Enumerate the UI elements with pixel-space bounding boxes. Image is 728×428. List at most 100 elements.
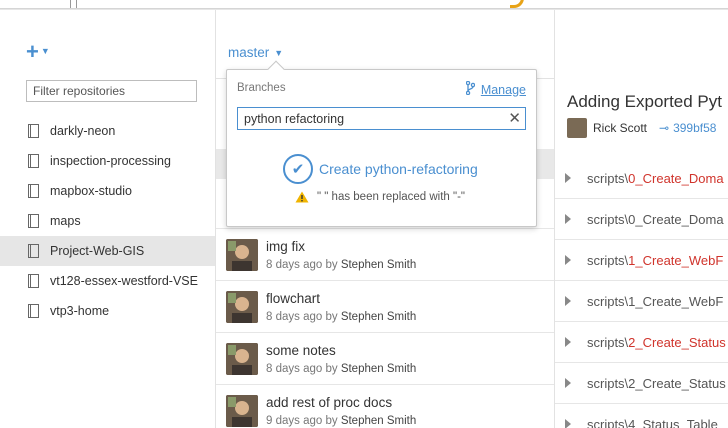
branch-name-warning: " " has been replaced with "-"	[295, 191, 465, 203]
repo-name: darkly-neon	[50, 124, 116, 138]
clear-icon[interactable]: ✕	[508, 110, 521, 128]
commit-title: img fix	[266, 239, 306, 254]
create-branch-button[interactable]: ✔ Create python-refactoring	[283, 154, 478, 184]
avatar	[226, 395, 258, 427]
repo-item[interactable]: inspection-processing	[0, 146, 215, 176]
commit-author: Stephen Smith	[340, 259, 417, 271]
repo-book-icon	[28, 184, 39, 198]
repo-item[interactable]: vtp3-home	[0, 296, 215, 326]
commit-author: Stephen Smith	[340, 311, 417, 323]
commit-title: add rest of proc docs	[266, 395, 393, 410]
repo-book-icon	[28, 304, 39, 318]
commit-time: 8 days ago by	[266, 311, 338, 323]
commit-time: 9 days ago by	[266, 415, 338, 427]
repo-name: maps	[50, 214, 81, 228]
commit-list: img fix 8 days ago by Stephen Smith flow…	[216, 228, 554, 428]
commit-item[interactable]: flowchart 8 days ago by Stephen Smith	[216, 280, 554, 332]
commit-title: some notes	[266, 343, 336, 358]
file-name: 0_Create_Doma	[628, 170, 724, 186]
warning-text: " " has been replaced with "-"	[317, 191, 466, 203]
file-row[interactable]: scripts\ 0_Create_Doma	[555, 158, 728, 199]
commit-icon: ⊸	[659, 121, 670, 135]
file-name: 2_Create_Status	[628, 334, 726, 350]
repository-sidebar: +▼ darkly-neon inspection-processing map…	[0, 10, 216, 428]
repo-item[interactable]: mapbox-studio	[0, 176, 215, 206]
repo-item[interactable]: darkly-neon	[0, 116, 215, 146]
commit-author: Stephen Smith	[340, 363, 417, 375]
file-row[interactable]: scripts\ 1_Create_WebF	[555, 281, 728, 322]
commit-detail-title: Adding Exported Pyt	[567, 92, 722, 111]
commit-detail-panel: Adding Exported Pyt Rick Scott ⊸ 399bf58…	[554, 10, 728, 428]
repo-book-icon	[28, 214, 39, 228]
repo-name: inspection-processing	[50, 154, 171, 168]
file-name: 1_Create_WebF	[628, 252, 724, 268]
expand-triangle-icon[interactable]	[565, 378, 571, 388]
repo-book-icon	[28, 154, 39, 168]
commit-meta: 8 days ago by Stephen Smith	[266, 259, 416, 271]
commit-title: flowchart	[266, 291, 321, 306]
add-repository-button[interactable]: + ▼	[26, 39, 50, 64]
branch-name-field: ✕	[237, 107, 526, 130]
file-path: scripts\	[587, 375, 629, 391]
file-path: scripts\	[587, 170, 629, 186]
file-name: 0_Create_Doma	[628, 211, 724, 227]
commit-meta: 9 days ago by Stephen Smith	[266, 415, 416, 427]
repo-book-icon	[28, 124, 39, 138]
branch-popover: Branches Manage ✕ ✔ Create python-refact…	[226, 60, 537, 227]
avatar	[226, 291, 258, 323]
repo-name: vtp3-home	[50, 304, 110, 318]
manage-label: Manage	[480, 82, 526, 97]
commit-item[interactable]: img fix 8 days ago by Stephen Smith	[216, 228, 554, 280]
expand-triangle-icon[interactable]	[565, 337, 571, 347]
file-name: 2_Create_Status	[628, 375, 726, 391]
decorative-shape	[510, 0, 524, 8]
file-path: scripts\	[587, 252, 629, 268]
file-row[interactable]: scripts\ 2_Create_Status	[555, 322, 728, 363]
commit-item[interactable]: some notes 8 days ago by Stephen Smith	[216, 332, 554, 384]
branch-name-input[interactable]	[238, 108, 525, 129]
file-path: scripts\	[587, 334, 629, 350]
file-row[interactable]: scripts\ 2_Create_Status	[555, 363, 728, 404]
branch-selector-button[interactable]: master ▼	[228, 45, 283, 60]
file-row[interactable]: scripts\ 1_Create_WebF	[555, 240, 728, 281]
expand-triangle-icon[interactable]	[565, 296, 571, 306]
commit-meta: 8 days ago by Stephen Smith	[266, 363, 416, 375]
file-row[interactable]: scripts\ 0_Create_Doma	[555, 199, 728, 240]
file-row[interactable]: scripts\ 4_Status_Table_	[555, 404, 728, 428]
changed-files-list: scripts\ 0_Create_Doma scripts\ 0_Create_D…	[555, 158, 728, 428]
repo-item-selected[interactable]: Project-Web-GIS	[0, 236, 215, 266]
file-path: scripts\	[587, 416, 629, 428]
avatar	[567, 118, 587, 138]
filter-repositories-input[interactable]	[26, 80, 197, 102]
create-branch-label: Create python-refactoring	[319, 161, 478, 177]
file-name: 1_Create_WebF	[628, 293, 724, 309]
commit-author: Stephen Smith	[340, 415, 417, 427]
commit-sha-link[interactable]: 399bf58	[673, 121, 716, 135]
avatar	[226, 343, 258, 375]
file-path: scripts\	[587, 293, 629, 309]
avatar	[226, 239, 258, 271]
expand-triangle-icon[interactable]	[565, 214, 571, 224]
repo-book-icon	[28, 244, 39, 258]
repo-name: Project-Web-GIS	[50, 244, 145, 258]
commit-detail-meta: Rick Scott ⊸ 399bf58	[567, 118, 716, 138]
file-name: 4_Status_Table_	[628, 416, 726, 428]
warning-icon	[295, 191, 309, 203]
manage-branches-link[interactable]: Manage	[465, 80, 526, 98]
repo-item[interactable]: vt128-essex-westford-VSE	[0, 266, 215, 296]
commit-item[interactable]: add rest of proc docs 9 days ago by Step…	[216, 384, 554, 428]
repository-list: darkly-neon inspection-processing mapbox…	[0, 116, 215, 326]
expand-triangle-icon[interactable]	[565, 255, 571, 265]
repo-name: mapbox-studio	[50, 184, 132, 198]
commit-time: 8 days ago by	[266, 363, 338, 375]
file-path: scripts\	[587, 211, 629, 227]
repo-item[interactable]: maps	[0, 206, 215, 236]
plus-icon: +	[26, 39, 39, 64]
git-branch-icon	[465, 80, 476, 98]
commit-detail-author: Rick Scott	[593, 121, 648, 135]
current-branch-label: master	[228, 45, 270, 60]
expand-triangle-icon[interactable]	[565, 419, 571, 428]
expand-triangle-icon[interactable]	[565, 173, 571, 183]
caret-down-icon: ▼	[40, 46, 50, 57]
window-top-strip	[0, 0, 728, 10]
